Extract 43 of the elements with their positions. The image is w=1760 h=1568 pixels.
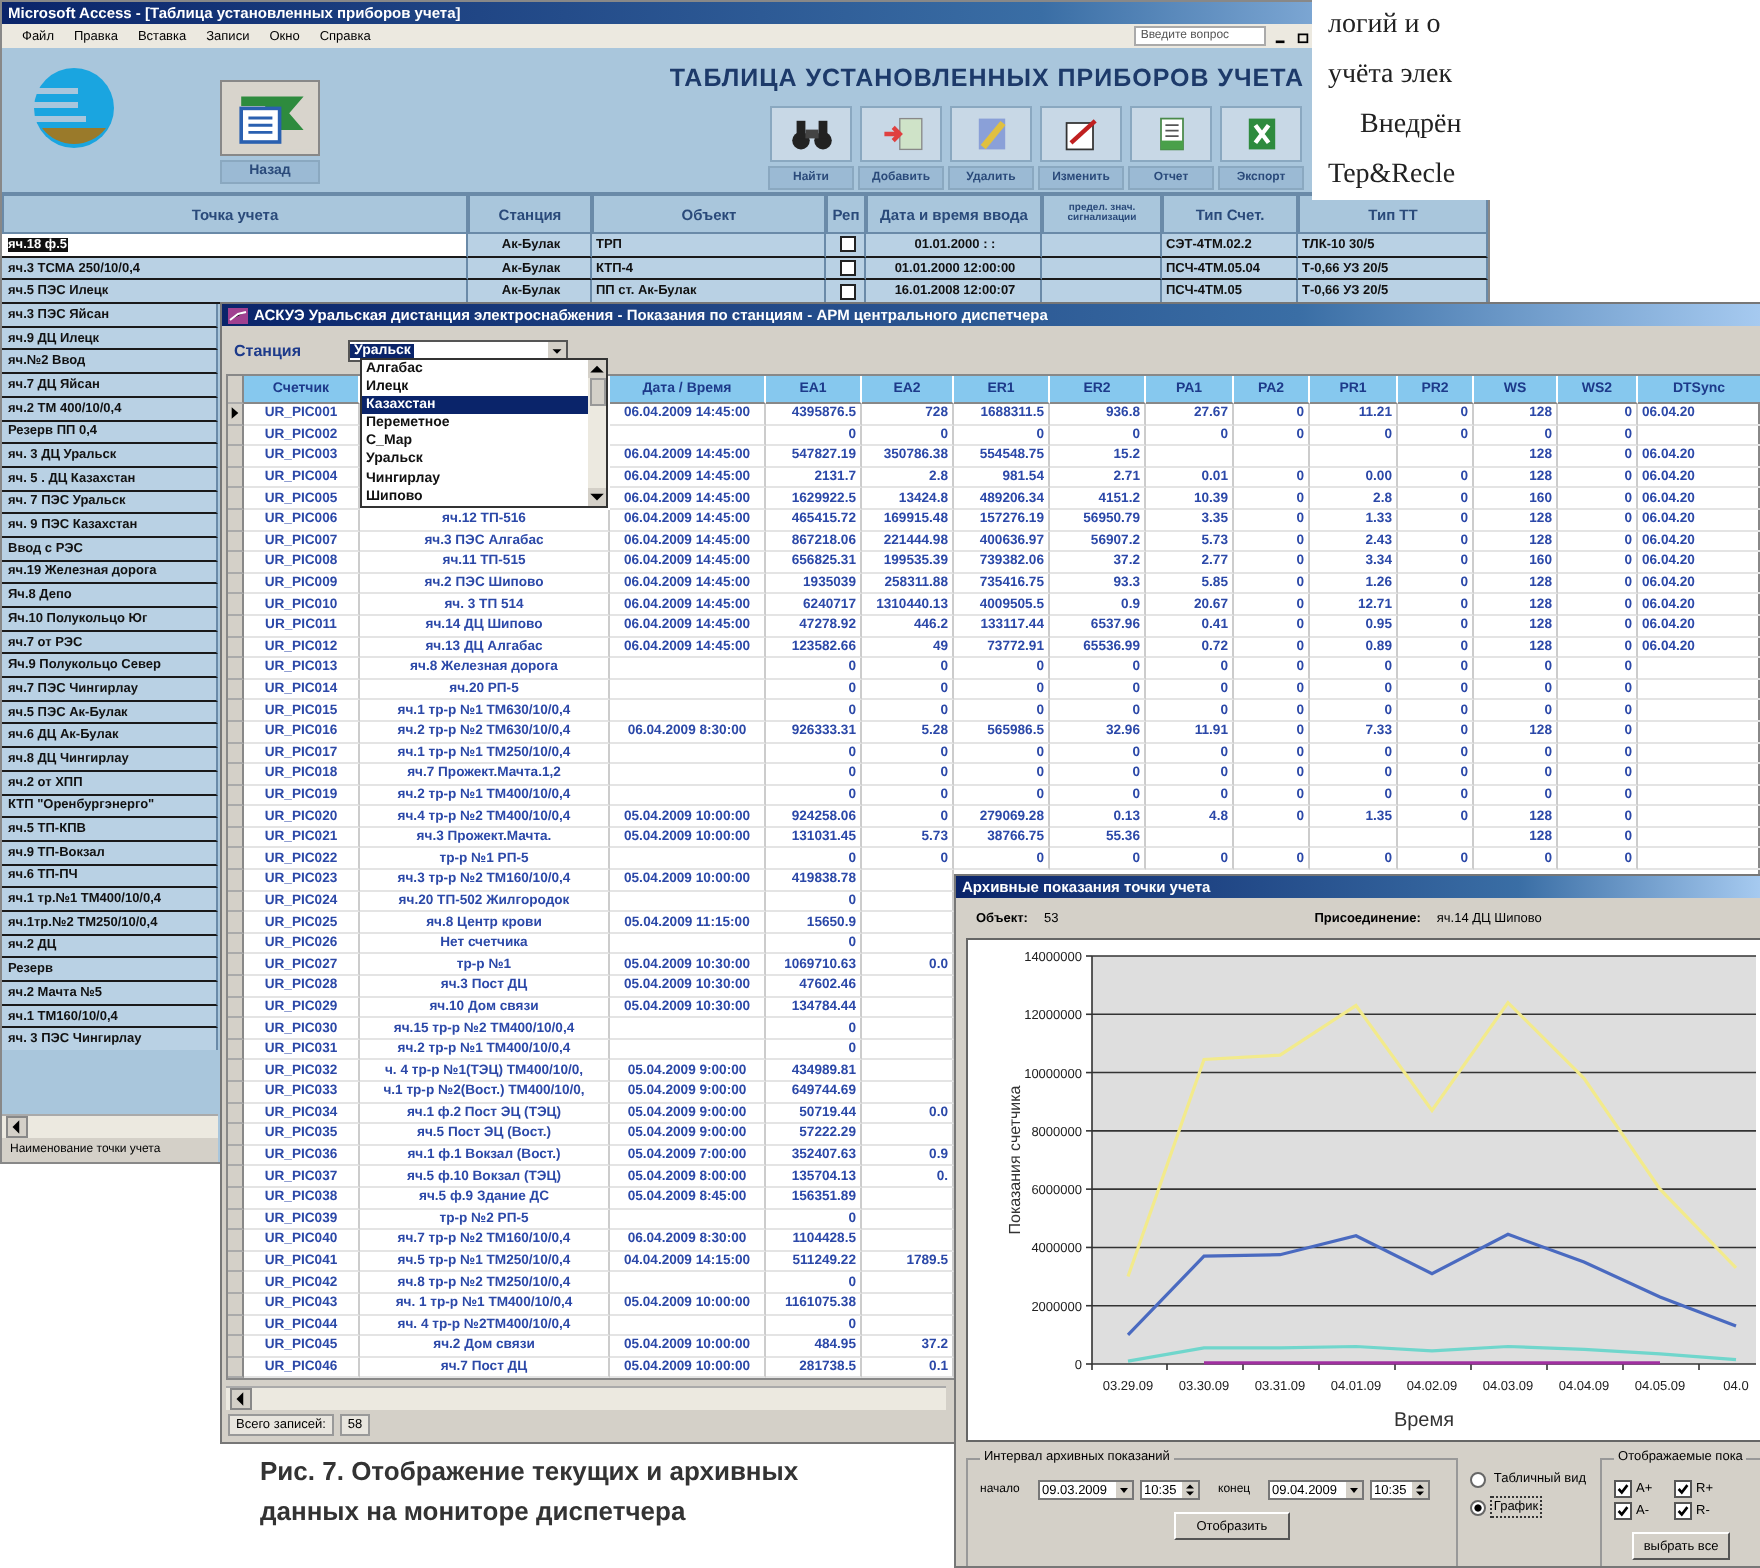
restore-icon[interactable] (1296, 29, 1311, 43)
radio-button[interactable] (1469, 1471, 1486, 1487)
spinner-icon[interactable] (1182, 1482, 1198, 1498)
empty-cell (1398, 446, 1474, 468)
article-text: Tep&Recle (1328, 158, 1458, 194)
scrollbar-thumb[interactable] (589, 378, 605, 406)
checkbox[interactable] (1614, 1502, 1633, 1520)
row-selector[interactable] (228, 404, 244, 426)
dropdown-arrow-icon[interactable] (1346, 1482, 1362, 1498)
horizontal-scrollbar[interactable] (226, 1386, 946, 1411)
checkbox[interactable] (840, 260, 856, 277)
empty-cell (1398, 827, 1474, 849)
checkbox[interactable] (840, 236, 856, 253)
add-record-icon (879, 116, 923, 152)
radio-button[interactable] (1469, 1499, 1486, 1515)
empty-cell (1146, 827, 1234, 849)
current-row-icon (230, 406, 240, 421)
empty-cell (1234, 446, 1310, 468)
spinner-icon[interactable] (1412, 1482, 1428, 1498)
checkbox[interactable] (1614, 1480, 1633, 1498)
article-text: Внедрён (1358, 108, 1464, 144)
figure-caption: Рис. 7. Отображение текущих и архивных данных на мониторе диспетчера (260, 1454, 801, 1530)
binoculars-icon (789, 116, 833, 152)
empty-cell (1146, 446, 1234, 468)
empty-cell (1234, 827, 1310, 849)
dropdown-arrow-icon[interactable] (1116, 1482, 1132, 1498)
form-heading: ТАБЛИЦА УСТАНОВЛЕННЫХ ПРИБОРОВ УЧЕТА (669, 64, 1304, 92)
empty-cell (1310, 446, 1398, 468)
checkbox[interactable] (840, 283, 856, 300)
empty-cell (1310, 827, 1398, 849)
station-label: Станция (232, 341, 303, 359)
up-arrow-icon[interactable] (588, 360, 606, 378)
x-axis-title: Время (1393, 1410, 1455, 1432)
checkbox[interactable] (1674, 1502, 1693, 1520)
form-icon (220, 80, 320, 156)
article-text: логий и о (1328, 8, 1443, 44)
checkbox[interactable] (1674, 1480, 1693, 1498)
down-arrow-icon[interactable] (588, 488, 606, 506)
app-icon (228, 307, 248, 323)
article-text: учёта элек (1328, 58, 1455, 94)
y-axis-title: Показания счетчика (1006, 1085, 1024, 1235)
vertical-scrollbar[interactable] (588, 360, 606, 506)
horizontal-scrollbar[interactable] (2, 1114, 218, 1138)
